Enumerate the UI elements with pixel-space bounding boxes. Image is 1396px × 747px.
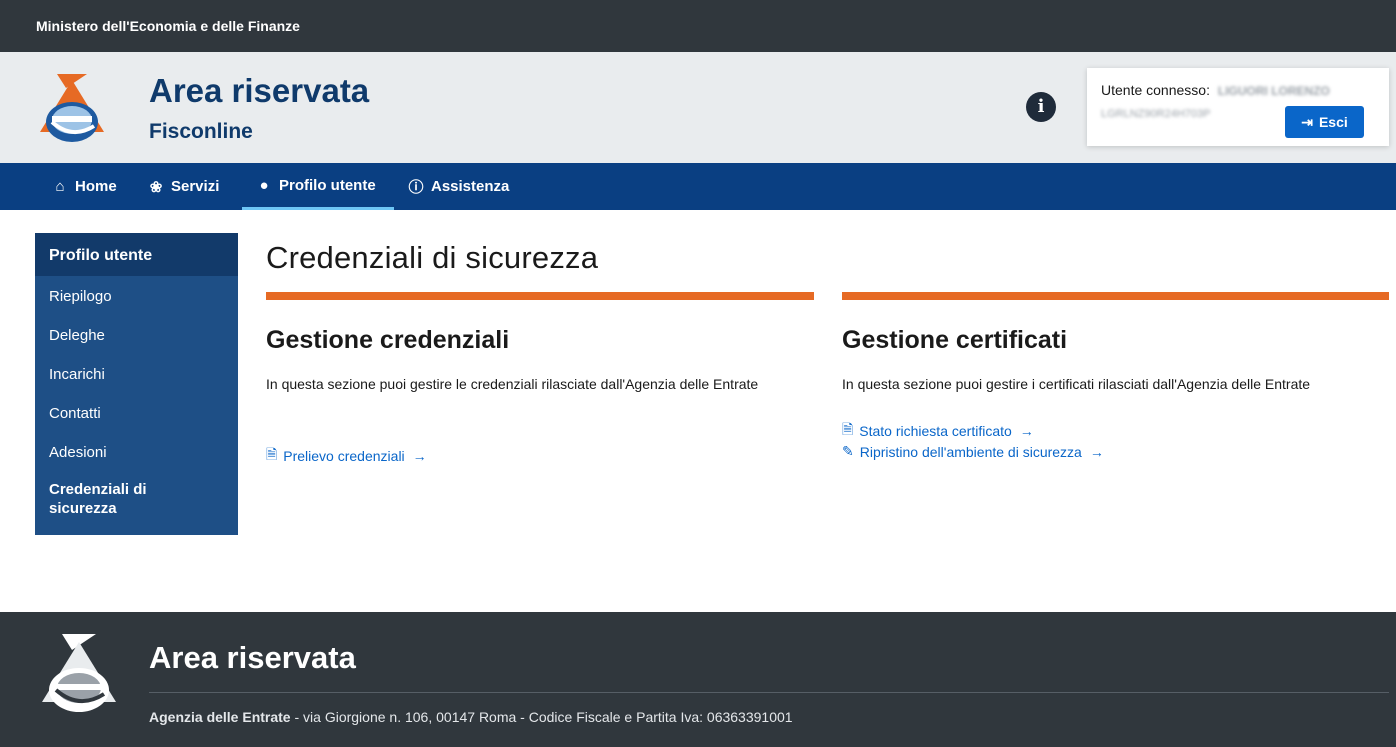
stato-richiesta-certificato-link[interactable]: 🗎 Stato richiesta certificato → (842, 419, 1034, 443)
stato-richiesta-label: Stato richiesta certificato (859, 423, 1012, 439)
arrow-right-icon: → (412, 448, 427, 464)
ripristino-label: Ripristino dell'ambiente di sicurezza (859, 443, 1082, 460)
sidebar: Profilo utente Riepilogo Deleghe Incaric… (35, 233, 238, 535)
sidebar-item-contatti[interactable]: Contatti (35, 393, 238, 432)
nav-assistenza-label: Assistenza (431, 178, 510, 195)
user-connected-label: Utente connesso: LIGUORI LORENZO (1101, 82, 1330, 98)
nav-servizi-label: Servizi (171, 178, 220, 195)
agenzia-entrate-logo-icon[interactable] (32, 70, 112, 146)
header-subtitle: Fisconline (149, 120, 253, 143)
header: Area riservata Fisconline i Utente conne… (0, 52, 1396, 163)
arrow-right-icon: → (1019, 423, 1034, 439)
document-icon: 🗎 (266, 446, 278, 462)
nav-home[interactable]: ⌂ Home (52, 163, 117, 210)
nav-profilo-utente[interactable]: ● Profilo utente (242, 163, 394, 210)
prelievo-credenziali-link[interactable]: 🗎 Prelievo credenziali → (266, 444, 427, 468)
ministry-name: Ministero dell'Economia e delle Finanze (36, 18, 300, 34)
user-name: LIGUORI LORENZO (1217, 84, 1330, 98)
servizi-icon: ❀ (149, 178, 163, 196)
home-icon: ⌂ (55, 178, 65, 195)
certificati-title: Gestione certificati (842, 326, 1068, 354)
user-fiscal-code: LGRLNZ90R24H703P (1101, 108, 1211, 120)
page: Ministero dell'Economia e delle Finanze … (0, 0, 1396, 747)
nav-profilo-label: Profilo utente (279, 176, 376, 194)
footer-title: Area riservata (149, 640, 356, 675)
edit-icon: ✎ (842, 443, 854, 459)
agenzia-entrate-footer-logo-icon (42, 634, 116, 712)
credenziali-title: Gestione credenziali (266, 326, 510, 354)
section-divider (266, 292, 814, 300)
credenziali-description: In questa sezione puoi gestire le creden… (266, 376, 759, 392)
sidebar-item-incarichi[interactable]: Incarichi (35, 354, 238, 393)
ripristino-ambiente-link[interactable]: ✎ Ripristino dell'ambiente di sicurezza … (842, 443, 1104, 460)
logout-label: Esci (1318, 114, 1348, 130)
sidebar-item-riepilogo[interactable]: Riepilogo (35, 276, 238, 315)
logout-button[interactable]: ⇥ Esci (1285, 106, 1364, 138)
user-icon: ● (259, 176, 269, 194)
footer-divider (149, 692, 1389, 693)
info-icon: ⓘ (408, 179, 424, 196)
sidebar-item-deleghe[interactable]: Deleghe (35, 315, 238, 354)
nav-home-label: Home (75, 178, 117, 195)
user-card: Utente connesso: LIGUORI LORENZO LGRLNZ9… (1087, 68, 1389, 146)
user-label-text: Utente connesso: (1101, 82, 1210, 98)
footer-address: Agenzia delle Entrate - via Giorgione n.… (149, 709, 793, 725)
ministry-bar: Ministero dell'Economia e delle Finanze (0, 0, 1396, 52)
arrow-right-icon: → (1089, 443, 1104, 460)
main-navbar: ⌂ Home ❀ Servizi ● Profilo utente ⓘ Assi… (0, 163, 1396, 210)
section-divider (842, 292, 1389, 300)
footer-details: - via Giorgione n. 106, 00147 Roma - Cod… (290, 709, 793, 725)
credenziali-section: Gestione credenziali In questa sezione p… (266, 292, 814, 492)
document-icon: 🗎 (842, 421, 854, 437)
footer: Area riservata Agenzia delle Entrate - v… (0, 612, 1396, 747)
info-circle-icon[interactable]: i (1026, 92, 1056, 122)
prelievo-credenziali-label: Prelievo credenziali (283, 448, 405, 464)
sign-out-icon: ⇥ (1301, 113, 1313, 130)
nav-assistenza[interactable]: ⓘ Assistenza (408, 163, 509, 210)
page-title: Credenziali di sicurezza (266, 240, 599, 275)
sidebar-item-adesioni[interactable]: Adesioni (35, 432, 238, 471)
certificati-section: Gestione certificati In questa sezione p… (842, 292, 1389, 492)
header-title[interactable]: Area riservata (149, 72, 369, 110)
footer-org: Agenzia delle Entrate (149, 709, 291, 725)
nav-servizi[interactable]: ❀ Servizi (148, 163, 220, 210)
sidebar-heading[interactable]: Profilo utente (35, 233, 238, 276)
sidebar-item-credenziali-di-sicurezza[interactable]: Credenziali di sicurezza (35, 471, 185, 535)
certificati-description: In questa sezione puoi gestire i certifi… (842, 376, 1311, 392)
